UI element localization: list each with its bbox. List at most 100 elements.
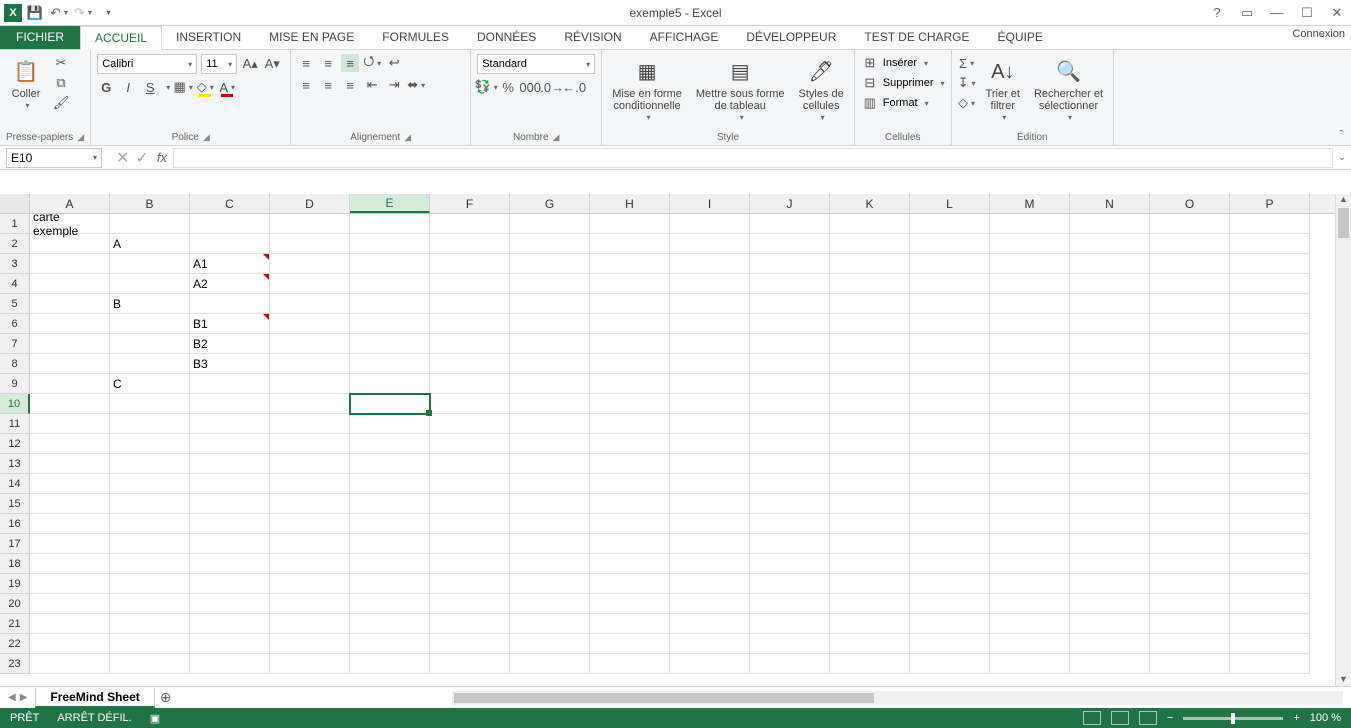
cell[interactable] bbox=[350, 454, 430, 474]
cell[interactable] bbox=[430, 254, 510, 274]
cell[interactable] bbox=[750, 494, 830, 514]
cell[interactable] bbox=[1150, 274, 1230, 294]
cell[interactable] bbox=[1070, 274, 1150, 294]
cell[interactable] bbox=[110, 554, 190, 574]
row-header[interactable]: 5 bbox=[0, 294, 30, 314]
cell[interactable] bbox=[270, 474, 350, 494]
cell[interactable] bbox=[270, 254, 350, 274]
cell[interactable] bbox=[270, 234, 350, 254]
row-header[interactable]: 13 bbox=[0, 454, 30, 474]
ribbon-options-icon[interactable]: ▭ bbox=[1237, 5, 1257, 21]
tab-revision[interactable]: RÉVISION bbox=[550, 25, 635, 49]
cell-styles-button[interactable]: 🖊Styles de cellules▾ bbox=[795, 54, 848, 126]
cell[interactable] bbox=[830, 334, 910, 354]
cell[interactable] bbox=[670, 334, 750, 354]
cell[interactable] bbox=[830, 274, 910, 294]
cell[interactable] bbox=[110, 254, 190, 274]
cell[interactable] bbox=[430, 514, 510, 534]
font-launcher-icon[interactable]: ◢ bbox=[203, 132, 210, 143]
cell[interactable] bbox=[830, 534, 910, 554]
cell[interactable] bbox=[350, 274, 430, 294]
cell[interactable] bbox=[1230, 374, 1310, 394]
cell[interactable] bbox=[1150, 394, 1230, 414]
cell[interactable] bbox=[510, 394, 590, 414]
cell[interactable] bbox=[350, 534, 430, 554]
cell[interactable] bbox=[1150, 314, 1230, 334]
cell[interactable] bbox=[670, 434, 750, 454]
cell[interactable] bbox=[1070, 254, 1150, 274]
cell[interactable] bbox=[190, 294, 270, 314]
col-header-K[interactable]: K bbox=[830, 194, 910, 213]
format-painter-icon[interactable]: 🖌 bbox=[52, 94, 70, 112]
find-select-button[interactable]: 🔍Rechercher et sélectionner▾ bbox=[1030, 54, 1107, 126]
cell[interactable] bbox=[1150, 214, 1230, 234]
row-header[interactable]: 17 bbox=[0, 534, 30, 554]
cell[interactable] bbox=[350, 434, 430, 454]
cell[interactable] bbox=[750, 374, 830, 394]
cell[interactable] bbox=[1150, 634, 1230, 654]
cell[interactable] bbox=[750, 274, 830, 294]
cell[interactable] bbox=[590, 214, 670, 234]
cell[interactable] bbox=[1150, 514, 1230, 534]
cell[interactable] bbox=[350, 374, 430, 394]
cell[interactable]: B bbox=[110, 294, 190, 314]
cell[interactable] bbox=[670, 474, 750, 494]
cell[interactable] bbox=[1070, 434, 1150, 454]
tab-developpeur[interactable]: DÉVELOPPEUR bbox=[732, 25, 850, 49]
cell[interactable] bbox=[990, 274, 1070, 294]
cell[interactable] bbox=[510, 414, 590, 434]
cell[interactable] bbox=[270, 574, 350, 594]
cell[interactable] bbox=[270, 594, 350, 614]
merge-cells-icon[interactable]: ⬌▾ bbox=[407, 76, 425, 94]
cell[interactable] bbox=[590, 434, 670, 454]
cell[interactable] bbox=[830, 654, 910, 674]
fill-icon[interactable]: ↧▾ bbox=[958, 74, 976, 92]
cell[interactable] bbox=[270, 314, 350, 334]
sort-filter-button[interactable]: A↓Trier et filtrer▾ bbox=[982, 54, 1024, 126]
cell[interactable] bbox=[30, 514, 110, 534]
cell[interactable] bbox=[350, 234, 430, 254]
increase-decimal-icon[interactable]: .0→ bbox=[543, 78, 561, 96]
cell[interactable] bbox=[270, 394, 350, 414]
cell[interactable] bbox=[1150, 374, 1230, 394]
tab-file[interactable]: FICHIER bbox=[0, 25, 80, 49]
col-header-C[interactable]: C bbox=[190, 194, 270, 213]
cell[interactable] bbox=[590, 414, 670, 434]
minimize-icon[interactable]: — bbox=[1267, 5, 1287, 20]
cell[interactable] bbox=[830, 494, 910, 514]
cell[interactable] bbox=[190, 654, 270, 674]
cell[interactable] bbox=[990, 394, 1070, 414]
decrease-decimal-icon[interactable]: ←.0 bbox=[565, 78, 583, 96]
cell[interactable] bbox=[350, 614, 430, 634]
number-launcher-icon[interactable]: ◢ bbox=[553, 132, 560, 143]
cell[interactable] bbox=[830, 594, 910, 614]
close-icon[interactable]: ✕ bbox=[1327, 5, 1347, 21]
accounting-icon[interactable]: 💱▾ bbox=[477, 78, 495, 96]
col-header-G[interactable]: G bbox=[510, 194, 590, 213]
cell[interactable] bbox=[1150, 254, 1230, 274]
cell[interactable] bbox=[430, 654, 510, 674]
cell[interactable] bbox=[670, 514, 750, 534]
cell[interactable] bbox=[270, 534, 350, 554]
collapse-ribbon-icon[interactable]: ˆ bbox=[1339, 129, 1343, 141]
cell[interactable] bbox=[830, 234, 910, 254]
cell[interactable] bbox=[1230, 254, 1310, 274]
cell[interactable] bbox=[750, 314, 830, 334]
expand-formula-bar-icon[interactable]: ⌄ bbox=[1333, 152, 1351, 163]
cell[interactable] bbox=[590, 594, 670, 614]
cell[interactable] bbox=[1070, 574, 1150, 594]
row-header[interactable]: 1 bbox=[0, 214, 30, 234]
cell[interactable] bbox=[350, 594, 430, 614]
cell[interactable] bbox=[430, 494, 510, 514]
cell[interactable] bbox=[110, 394, 190, 414]
cell[interactable] bbox=[190, 634, 270, 654]
rows-area[interactable]: 1carte exemple2A3A14A25B6B17B28B39C10111… bbox=[0, 214, 1351, 688]
cell[interactable] bbox=[430, 314, 510, 334]
cell[interactable] bbox=[350, 494, 430, 514]
cell[interactable] bbox=[910, 414, 990, 434]
cell[interactable] bbox=[990, 594, 1070, 614]
cell[interactable] bbox=[1150, 294, 1230, 314]
cell[interactable] bbox=[670, 494, 750, 514]
cell[interactable] bbox=[1150, 234, 1230, 254]
cell[interactable] bbox=[30, 634, 110, 654]
